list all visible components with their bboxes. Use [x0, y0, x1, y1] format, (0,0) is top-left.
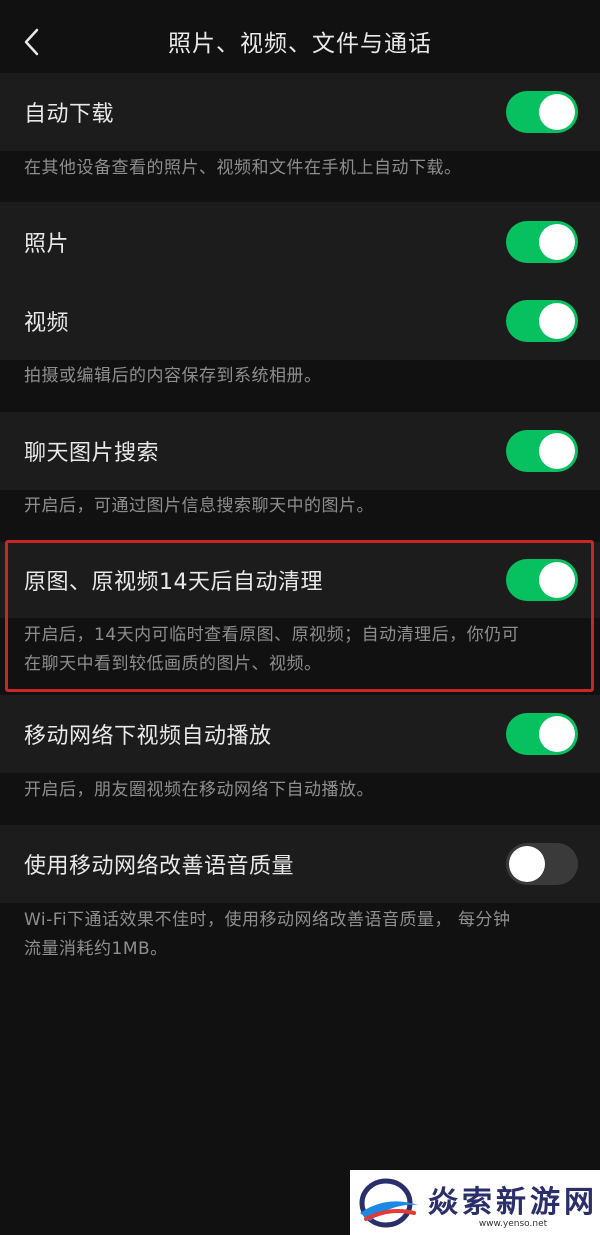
setting-description: Wi-Fi下通话效果不佳时，使用移动网络改善语音质量， 每分钟 流量消耗约1MB… — [24, 906, 584, 964]
setting-label: 照片 — [24, 231, 70, 257]
setting-row-auto-download: 自动下载 — [0, 73, 600, 151]
toggle-knob — [539, 224, 575, 260]
setting-row-chat-image-search: 聊天图片搜索 — [0, 412, 600, 490]
auto-download-toggle[interactable] — [506, 91, 578, 133]
page-title: 照片、视频、文件与通话 — [168, 31, 432, 57]
setting-description: 开启后，可通过图片信息搜索聊天中的图片。 — [24, 496, 374, 516]
description-line: Wi-Fi下通话效果不佳时，使用移动网络改善语音质量， 每分钟 — [24, 910, 511, 930]
setting-label: 自动下载 — [24, 102, 115, 127]
watermark-url: www.yenso.net — [478, 1218, 548, 1229]
voice-quality-toggle[interactable] — [506, 843, 578, 885]
setting-row-mobile-autoplay: 移动网络下视频自动播放 — [0, 695, 600, 773]
description-line: 流量消耗约1MB。 — [24, 939, 168, 959]
setting-description: 拍摄或编辑后的内容保存到系统相册。 — [24, 366, 322, 386]
videos-toggle[interactable] — [506, 300, 578, 342]
setting-description: 开启后，朋友圈视频在移动网络下自动播放。 — [24, 780, 374, 800]
site-watermark: 焱索新游网 www.yenso.net — [350, 1170, 600, 1235]
highlight-frame — [5, 540, 594, 692]
chevron-left-icon — [24, 28, 39, 56]
setting-label: 视频 — [24, 310, 70, 336]
back-button[interactable] — [14, 22, 50, 62]
setting-label: 使用移动网络改善语音质量 — [24, 854, 295, 879]
photos-toggle[interactable] — [506, 221, 578, 263]
setting-row-photos: 照片 — [0, 202, 600, 281]
toggle-knob — [539, 94, 575, 130]
setting-group-media: 照片 视频 — [0, 202, 600, 360]
setting-row-videos: 视频 — [0, 281, 600, 360]
toggle-knob — [539, 433, 575, 469]
toggle-knob — [539, 716, 575, 752]
chat-image-search-toggle[interactable] — [506, 430, 578, 472]
mobile-autoplay-toggle[interactable] — [506, 713, 578, 755]
setting-row-voice-quality: 使用移动网络改善语音质量 — [0, 825, 600, 903]
toggle-knob — [509, 846, 545, 882]
watermark-name: 焱索新游网 — [428, 1184, 598, 1220]
settings-page: 照片、视频、文件与通话 自动下载 在其他设备查看的照片、视频和文件在手机上自动下… — [0, 0, 600, 1235]
site-logo-icon — [359, 1178, 418, 1227]
setting-label: 聊天图片搜索 — [24, 441, 160, 466]
nav-header: 照片、视频、文件与通话 — [0, 0, 600, 82]
toggle-knob — [539, 303, 575, 339]
setting-label: 移动网络下视频自动播放 — [24, 724, 272, 749]
watermark-text: 焱索新游网 www.yenso.net — [428, 1177, 598, 1229]
setting-description: 在其他设备查看的照片、视频和文件在手机上自动下载。 — [24, 158, 462, 178]
